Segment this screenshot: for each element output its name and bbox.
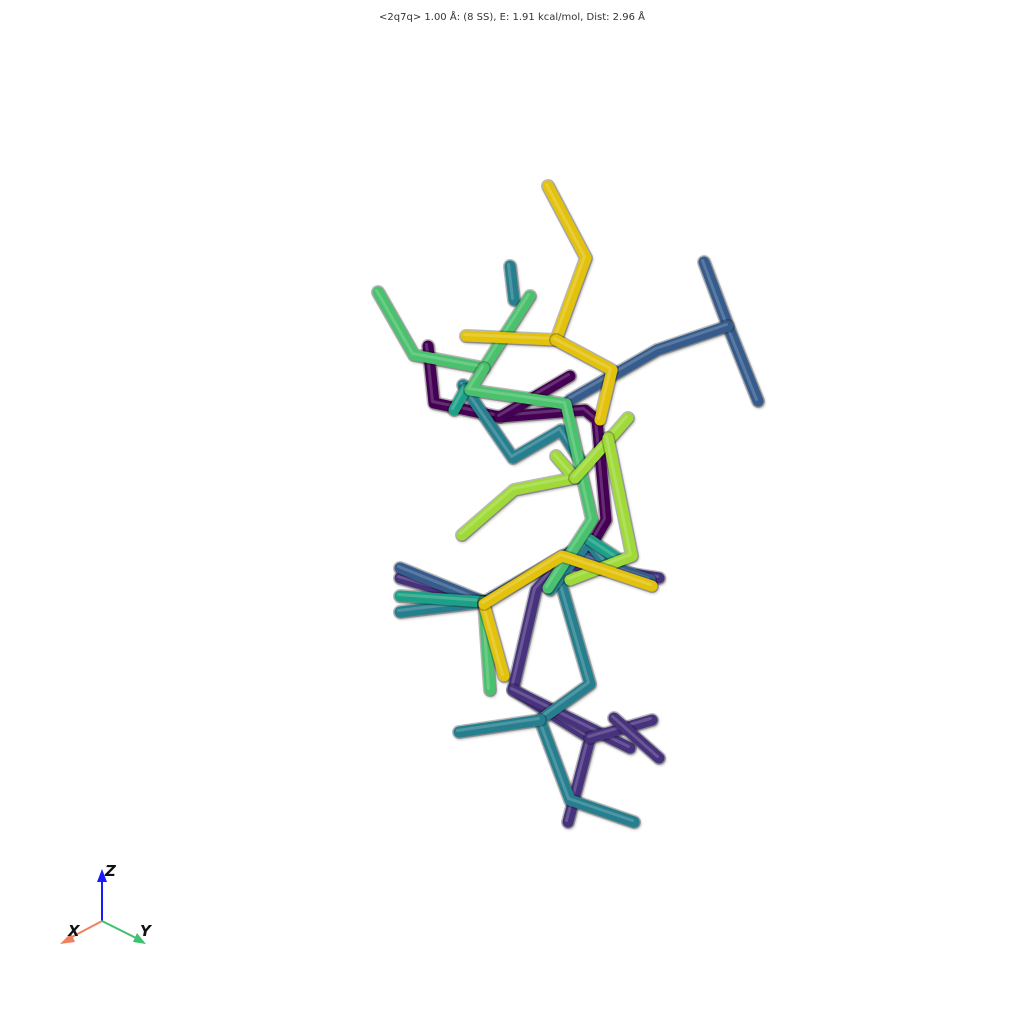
y-axis — [101, 920, 137, 939]
molecule-viewport[interactable]: <2q7q> 1.00 Å: (8 SS), E: 1.91 kcal/mol,… — [0, 0, 1024, 1024]
bond-stick — [534, 574, 640, 828]
axes-triad: Z X Y — [60, 862, 153, 944]
disulfide-overlay-render[interactable]: Z X Y — [0, 0, 1024, 1024]
x-axis-label: X — [67, 922, 81, 940]
bond-highlight — [537, 577, 634, 822]
bond-shadow — [533, 573, 641, 829]
bond-stick — [453, 714, 546, 738]
y-axis-label: Y — [140, 922, 153, 940]
z-axis-label: Z — [104, 862, 117, 880]
